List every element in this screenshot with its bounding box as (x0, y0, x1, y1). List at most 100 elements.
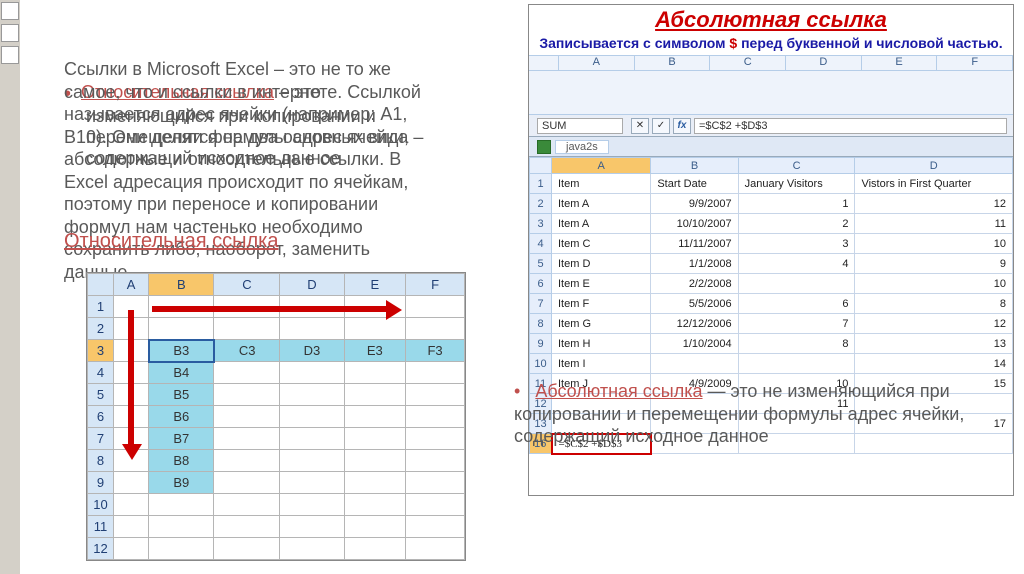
row-header: 8 (530, 314, 552, 334)
cell[interactable]: 12 (855, 314, 1013, 334)
intro-line: абсолютные и относительные ссылки. В (64, 148, 474, 171)
cell-b9: B9 (149, 472, 214, 494)
cell[interactable]: Item G (552, 314, 651, 334)
cell[interactable]: 9 (855, 254, 1013, 274)
cell[interactable]: 7 (738, 314, 855, 334)
cell[interactable] (738, 274, 855, 294)
check-icon: ✓ (657, 120, 665, 131)
cell[interactable]: Item D (552, 254, 651, 274)
row-header: 2 (530, 194, 552, 214)
workbook-tab[interactable]: java2s (555, 140, 609, 154)
excel-file-icon (537, 140, 551, 154)
col-header: C (214, 274, 280, 296)
cell[interactable]: 2 (738, 214, 855, 234)
cell-b7: B7 (149, 428, 214, 450)
cell[interactable]: 1/10/2004 (651, 334, 738, 354)
cell[interactable]: Item I (552, 354, 651, 374)
cell[interactable]: Start Date (651, 174, 738, 194)
row-header: 2 (88, 318, 114, 340)
fx-icon: fx (678, 120, 687, 131)
mini-corner (529, 56, 559, 70)
grid-corner (88, 274, 114, 296)
cell-b8: B8 (149, 450, 214, 472)
app-left-ruler (0, 0, 20, 574)
cell[interactable]: 13 (855, 334, 1013, 354)
cell[interactable]: 14 (855, 354, 1013, 374)
cell[interactable] (738, 354, 855, 374)
col-header: C (738, 158, 855, 174)
row-header: 6 (88, 406, 114, 428)
cell-b3: B3 (149, 340, 214, 362)
cell-e3: E3 (344, 340, 406, 362)
absolute-ref-definition: • Абсолютная ссылка — это не изменяющийс… (514, 380, 1014, 448)
intro-line: поэтому при переносе и копировании (64, 193, 474, 216)
relative-ref-heading: Относительная ссылка (64, 230, 278, 253)
intro-line: Excel адресация происходит по ячейкам, (64, 171, 474, 194)
relative-ref-figure: A B C D E F 1 2 3 B3 C3 D3 E3 F3 4B4 5B5… (86, 272, 466, 561)
row-header: 9 (530, 334, 552, 354)
relative-ref-grid: A B C D E F 1 2 3 B3 C3 D3 E3 F3 4B4 5B5… (87, 273, 465, 560)
cell[interactable]: Item F (552, 294, 651, 314)
cell[interactable]: 12/12/2006 (651, 314, 738, 334)
formula-input[interactable]: =$C$2 +$D$3 (694, 118, 1007, 134)
close-icon: ✕ (636, 120, 644, 131)
cell[interactable]: 11/11/2007 (651, 234, 738, 254)
mini-col: A (559, 56, 635, 70)
cell[interactable]: 11 (855, 214, 1013, 234)
cell[interactable]: 1 (738, 194, 855, 214)
row-header: 6 (530, 274, 552, 294)
col-header-selected: A (552, 158, 651, 174)
row-header: 3 (530, 214, 552, 234)
col-header-selected: B (149, 274, 214, 296)
cell[interactable]: Item H (552, 334, 651, 354)
cell[interactable]: Item (552, 174, 651, 194)
cell-f3: F3 (406, 340, 465, 362)
cell-b6: B6 (149, 406, 214, 428)
row-header: 10 (530, 354, 552, 374)
cell[interactable]: 9/9/2007 (651, 194, 738, 214)
cell[interactable]: 1/1/2008 (651, 254, 738, 274)
cell[interactable]: 10/10/2007 (651, 214, 738, 234)
cell[interactable]: 8 (738, 334, 855, 354)
cell[interactable]: Item A (552, 214, 651, 234)
cell[interactable]: 10 (855, 234, 1013, 254)
cell[interactable]: Item A (552, 194, 651, 214)
intro-line: самое, что и ссылки в интернете. Ссылкой (64, 81, 474, 104)
row-header: 4 (530, 234, 552, 254)
fx-button[interactable]: fx (673, 118, 691, 134)
grid-corner (530, 158, 552, 174)
cancel-button[interactable]: ✕ (631, 118, 649, 134)
cell[interactable]: Item E (552, 274, 651, 294)
col-header: E (344, 274, 406, 296)
intro-line: Ссылки в Microsoft Excel – это не то же (64, 58, 474, 81)
row-header: 1 (530, 174, 552, 194)
cell[interactable]: 4 (738, 254, 855, 274)
cell[interactable]: 5/5/2006 (651, 294, 738, 314)
cell-b4: B4 (149, 362, 214, 384)
name-box[interactable]: SUM (537, 118, 623, 134)
ruler-square (1, 2, 19, 20)
row-header: 11 (88, 516, 114, 538)
cell[interactable]: 12 (855, 194, 1013, 214)
mini-col: D (786, 56, 862, 70)
ruler-square (1, 24, 19, 42)
row-header: 4 (88, 362, 114, 384)
cell[interactable]: 8 (855, 294, 1013, 314)
mini-column-row: A B C D E F (529, 55, 1013, 71)
enter-button[interactable]: ✓ (652, 118, 670, 134)
mini-col: C (710, 56, 786, 70)
absolute-ref-subtitle: Записывается с символом $ перед буквенно… (539, 35, 1003, 51)
cell[interactable]: Item C (552, 234, 651, 254)
cell[interactable]: 3 (738, 234, 855, 254)
cell[interactable]: January Visitors (738, 174, 855, 194)
cell[interactable] (651, 354, 738, 374)
cell[interactable]: 6 (738, 294, 855, 314)
cell[interactable]: 2/2/2008 (651, 274, 738, 294)
cell[interactable]: Vistors in First Quarter (855, 174, 1013, 194)
cell[interactable]: 10 (855, 274, 1013, 294)
bullet-dot-icon: • (514, 381, 520, 401)
row-header: 9 (88, 472, 114, 494)
mini-col: F (937, 56, 1013, 70)
row-header: 1 (88, 296, 114, 318)
mini-col: E (862, 56, 938, 70)
